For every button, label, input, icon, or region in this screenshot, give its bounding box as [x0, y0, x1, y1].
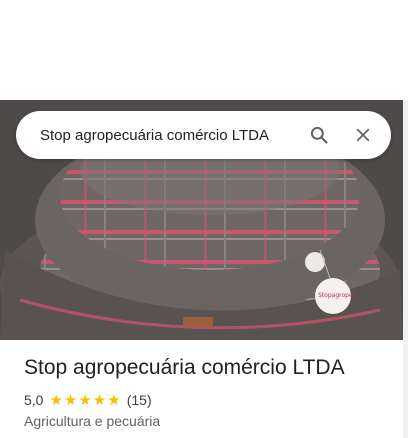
rating-row[interactable]: 5,0 ★ ★ ★ ★ ★ (15)	[24, 390, 398, 410]
star-rating: ★ ★ ★ ★ ★	[49, 393, 121, 408]
search-input[interactable]: Stop agropecuária comércio LTDA	[16, 127, 299, 144]
place-info: Stop agropecuária comércio LTDA 5,0 ★ ★ …	[24, 352, 398, 429]
search-icon	[310, 126, 328, 144]
clear-search-button[interactable]	[343, 115, 383, 155]
star-icon: ★	[78, 391, 92, 409]
review-count-link[interactable]: (15)	[127, 392, 152, 408]
close-icon	[356, 128, 370, 142]
place-category: Agricultura e pecuária	[24, 413, 161, 429]
brand-tag-text: Stopagropec	[318, 292, 356, 299]
star-icon: ★	[49, 391, 63, 409]
search-bar[interactable]: Stop agropecuária comércio LTDA	[16, 111, 391, 159]
star-icon: ★	[63, 391, 78, 409]
rating-value: 5,0	[24, 392, 44, 408]
search-button[interactable]	[299, 115, 339, 155]
star-icon: ★	[92, 391, 107, 409]
star-icon: ★	[107, 391, 121, 409]
place-title: Stop agropecuária comércio LTDA	[24, 356, 345, 379]
scrollbar-track[interactable]	[403, 100, 408, 438]
